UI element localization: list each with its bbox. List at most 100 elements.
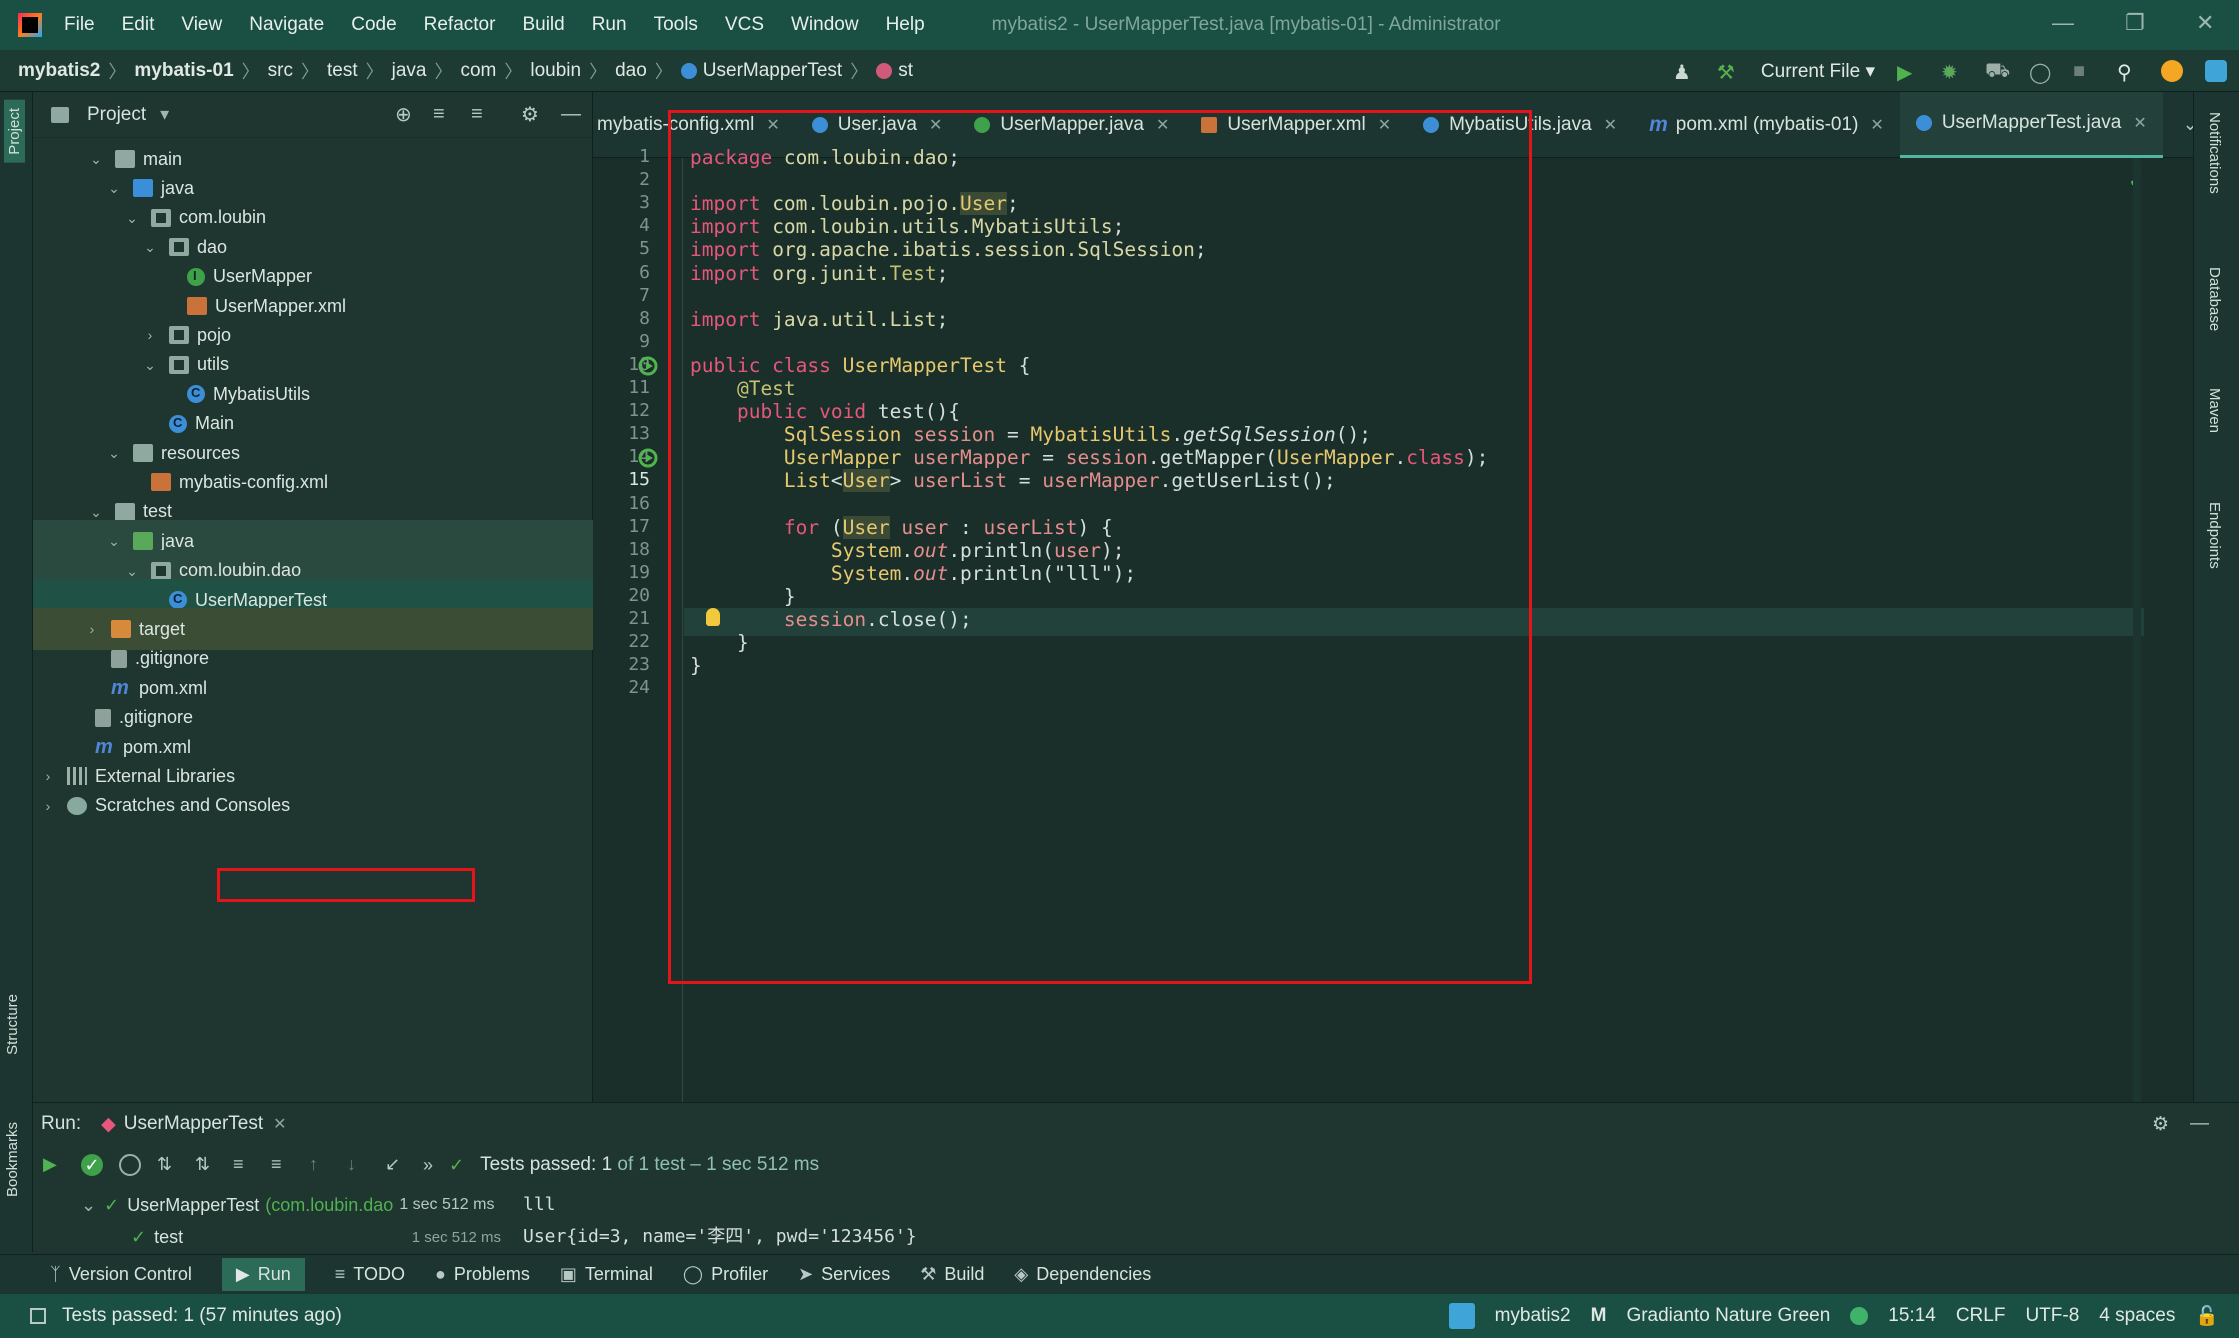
build-tab[interactable]: ⚒ Build (920, 1264, 984, 1285)
chevron-down-icon[interactable]: ⌄ (125, 564, 139, 578)
maven-tool-tab[interactable]: Maven (2206, 388, 2223, 433)
breadcrumb-project[interactable]: mybatis2 (18, 60, 100, 82)
breadcrumb-test[interactable]: test (327, 60, 358, 82)
chevron-right-icon[interactable]: › (41, 799, 55, 813)
debug-icon[interactable]: ✹ (1941, 60, 1963, 84)
menu-view[interactable]: View (181, 14, 222, 36)
gear-icon[interactable]: ⚙ (521, 102, 539, 127)
plugin-icon[interactable] (2205, 60, 2227, 82)
menu-vcs[interactable]: VCS (725, 14, 764, 36)
gear-icon[interactable]: ⚙ (2152, 1113, 2169, 1136)
close-window-icon[interactable]: ✕ (2196, 10, 2214, 36)
menu-file[interactable]: File (64, 14, 95, 36)
hide-panel-icon[interactable]: — (561, 103, 581, 126)
close-tab-icon[interactable]: ✕ (1604, 115, 1617, 135)
tree-item[interactable]: › Scratches and Consoles (33, 785, 593, 827)
coverage-icon[interactable]: ⛟ (1985, 60, 2010, 82)
console-output[interactable]: lll User{id=3, name='李四', pwd='123456'} (523, 1189, 2183, 1255)
restore-icon[interactable]: ❐ (2125, 10, 2145, 36)
tab-usermappertest-java[interactable]: UserMapperTest.java ✕ (1899, 91, 2163, 158)
tab-pom-xml[interactable]: m pom.xml (mybatis-01) ✕ (1633, 92, 1900, 158)
close-tab-icon[interactable]: ✕ (273, 1114, 286, 1134)
breadcrumb-method[interactable]: st (898, 60, 913, 82)
menu-edit[interactable]: Edit (122, 14, 155, 36)
run-config-select[interactable]: Current File ▾ (1761, 60, 1875, 83)
test-root-row[interactable]: ⌄ ✓ UserMapperTest (com.loubin.dao 1 sec… (81, 1189, 501, 1221)
breadcrumb-class[interactable]: UserMapperTest (703, 60, 842, 82)
run-tool-tab[interactable]: ▶ Run (221, 1258, 305, 1291)
status-project[interactable]: mybatis2 (1495, 1305, 1571, 1327)
run-class-gutter-icon[interactable] (638, 448, 658, 468)
menu-build[interactable]: Build (522, 14, 564, 36)
chevron-right-icon[interactable]: › (85, 622, 99, 636)
rerun-icon[interactable]: ▶ (43, 1154, 65, 1176)
chevron-down-icon[interactable]: ⌄ (125, 211, 139, 225)
project-tool-tab[interactable]: Project (4, 100, 25, 163)
build-hammer-icon[interactable]: ⚒ (1717, 60, 1739, 84)
menu-navigate[interactable]: Navigate (249, 14, 324, 36)
dependencies-tab[interactable]: ◈ Dependencies (1014, 1264, 1151, 1285)
endpoints-tool-tab[interactable]: Endpoints (2206, 502, 2223, 569)
close-tab-icon[interactable]: ✕ (2133, 113, 2146, 133)
chevron-down-icon[interactable]: ⌄ (107, 446, 121, 460)
terminal-tab[interactable]: ▣ Terminal (560, 1264, 653, 1285)
more-icon[interactable]: » (423, 1155, 433, 1176)
run-tab[interactable]: UserMapperTest (124, 1113, 263, 1135)
show-ignored-icon[interactable] (119, 1154, 141, 1176)
problems-tab[interactable]: ● Problems (435, 1264, 530, 1285)
stop-icon[interactable]: ■ (2073, 60, 2095, 82)
sort-duration-icon[interactable]: ⇅ (195, 1154, 217, 1176)
lock-icon[interactable]: 🔓 (2195, 1304, 2219, 1328)
close-tab-icon[interactable]: ✕ (1870, 115, 1883, 135)
chevron-down-icon[interactable]: ⌄ (107, 181, 121, 195)
bookmarks-tool-tab[interactable]: Bookmarks (4, 1122, 21, 1197)
project-view-select[interactable]: Project (87, 104, 146, 126)
menu-code[interactable]: Code (351, 14, 396, 36)
status-message[interactable]: Tests passed: 1 (57 minutes ago) (62, 1305, 342, 1327)
version-control-tab[interactable]: ᛉ Version Control (50, 1264, 192, 1285)
expand-all-icon[interactable]: ≡ (433, 103, 445, 126)
chevron-down-icon[interactable]: ⌄ (107, 534, 121, 548)
breadcrumb-loubin[interactable]: loubin (530, 60, 581, 82)
chevron-right-icon[interactable]: › (41, 769, 55, 783)
locate-icon[interactable]: ⊕ (395, 102, 412, 127)
chevron-right-icon[interactable]: › (143, 328, 157, 342)
profiler-tab[interactable]: ◯ Profiler (683, 1264, 768, 1285)
user-icon[interactable]: ♟ (1673, 60, 1695, 84)
show-passed-icon[interactable]: ✓ (81, 1154, 103, 1176)
collapse-all-icon[interactable]: ≡ (271, 1154, 293, 1176)
status-indent[interactable]: 4 spaces (2099, 1305, 2175, 1327)
search-icon[interactable]: ⚲ (2117, 60, 2139, 84)
breadcrumb-com[interactable]: com (460, 60, 496, 82)
run-test-gutter-icon[interactable] (638, 356, 658, 376)
database-tool-tab[interactable]: Database (2206, 267, 2223, 331)
profile-icon[interactable]: ◯ (2029, 60, 2051, 84)
breadcrumb-module[interactable]: mybatis-01 (134, 60, 233, 82)
chevron-down-icon[interactable]: ⌄ (143, 358, 157, 372)
run-icon[interactable]: ▶ (1897, 60, 1919, 84)
todo-tab[interactable]: ≡ TODO (335, 1264, 405, 1285)
next-test-icon[interactable]: ↓ (347, 1154, 369, 1176)
menu-run[interactable]: Run (592, 14, 627, 36)
breadcrumb-dao[interactable]: dao (615, 60, 647, 82)
menu-tools[interactable]: Tools (654, 14, 698, 36)
chevron-down-icon[interactable]: ▾ (160, 104, 169, 125)
status-encoding[interactable]: UTF-8 (2025, 1305, 2079, 1327)
hide-panel-icon[interactable]: — (2190, 1113, 2209, 1135)
notifications-tool-tab[interactable]: Notifications (2206, 112, 2223, 194)
breadcrumb-java[interactable]: java (392, 60, 427, 82)
collapse-all-icon[interactable]: ≡ (471, 103, 483, 126)
chevron-down-icon[interactable]: ⌄ (89, 152, 103, 166)
structure-tool-tab[interactable]: Structure (4, 994, 21, 1055)
breadcrumb-src[interactable]: src (268, 60, 293, 82)
expand-all-icon[interactable]: ≡ (233, 1154, 255, 1176)
toggle-tool-windows-icon[interactable] (30, 1308, 46, 1324)
test-child-row[interactable]: ✓ test 1 sec 512 ms (81, 1221, 501, 1253)
status-theme[interactable]: Gradianto Nature Green (1626, 1305, 1830, 1327)
menu-help[interactable]: Help (886, 14, 925, 36)
previous-test-icon[interactable]: ↑ (309, 1154, 331, 1176)
status-caret-position[interactable]: 15:14 (1888, 1305, 1936, 1327)
menu-refactor[interactable]: Refactor (424, 14, 496, 36)
status-line-separator[interactable]: CRLF (1956, 1305, 2006, 1327)
sort-alpha-icon[interactable]: ⇅ (157, 1154, 179, 1176)
